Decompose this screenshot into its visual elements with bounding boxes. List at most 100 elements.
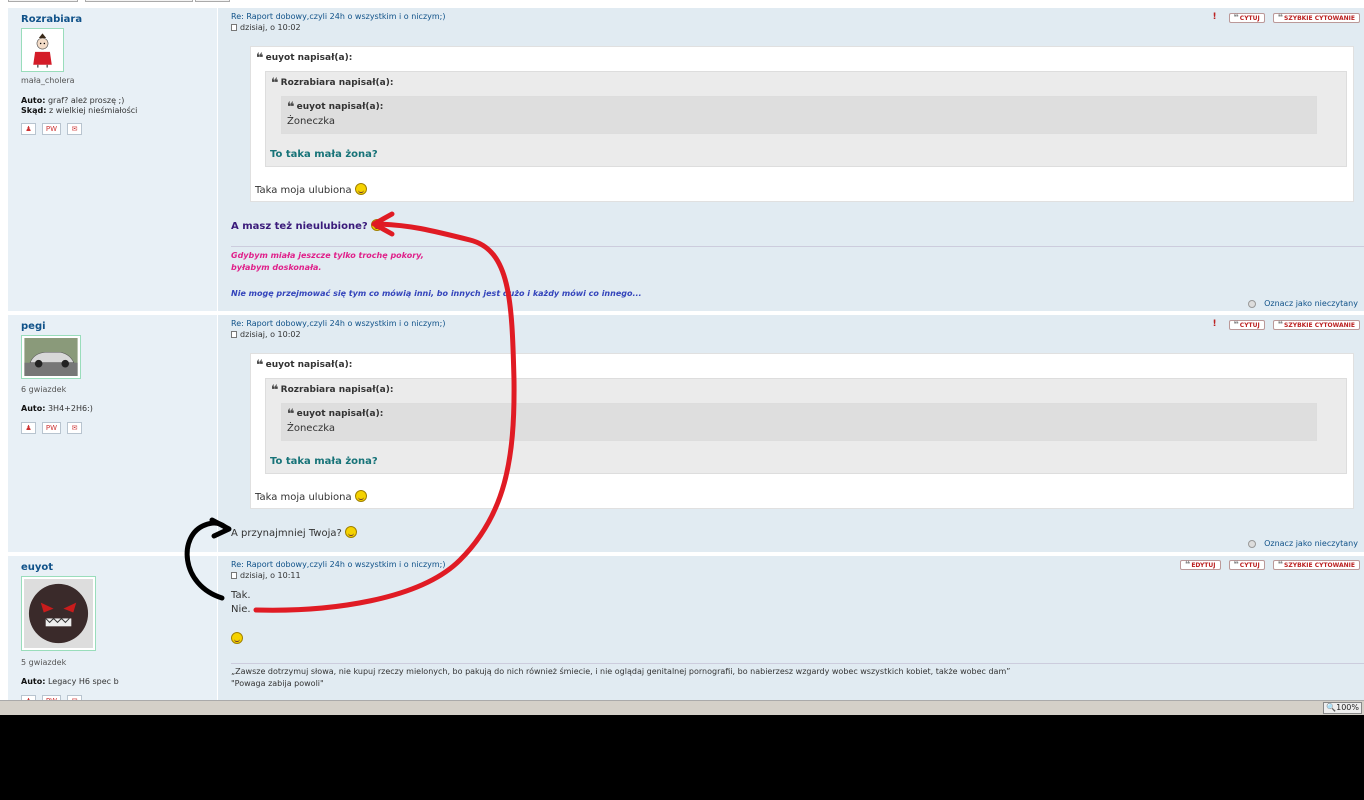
quote-outer-text: Taka moja ulubiona — [255, 185, 352, 196]
quote-text: Taka moja ulubiona — [255, 490, 367, 503]
signature-line: byłabym doskonała. — [231, 263, 322, 272]
post-date-text: dzisiaj, o 10:02 — [240, 330, 301, 339]
quote-header-text: euyot napisał(a): — [265, 360, 353, 370]
quote-inner: ❝ euyot napisał(a): Żoneczka — [281, 96, 1317, 134]
post-author[interactable]: Rozrabiara — [21, 14, 82, 25]
quote-mark-icon: ❝ — [287, 407, 295, 422]
post-profile: euyot 5 gwiazdek Auto: Legacy H6 spec b … — [8, 556, 218, 700]
post-buttons: ❝EDYTUJ ❝CYTUJ ❝SZYBKIE CYTOWANIE — [1180, 560, 1360, 570]
quote-header: ❝ Rozrabiara napisał(a): — [271, 76, 393, 91]
quote-mark-icon: ❝ — [287, 100, 295, 115]
post-doc-icon — [231, 331, 237, 338]
quick-quote-button[interactable]: ❝SZYBKIE CYTOWANIE — [1272, 12, 1360, 23]
quote-middle: ❝ Rozrabiara napisał(a): ❝ euyot napisał(a… — [265, 71, 1347, 167]
browser-viewport: Rozrabiara mała_cholera Auto: graf? ależ… — [0, 0, 1364, 700]
quote-header: ❝ euyot napisał(a): — [256, 51, 352, 66]
quote-mark-icon: ❝ — [1185, 560, 1191, 570]
report-icon[interactable]: ! — [1209, 319, 1221, 330]
smile-icon — [371, 219, 384, 231]
post-body: Re: Raport dobowy,czyli 24h o wszystkim … — [231, 315, 1364, 552]
signature-line: „Zawsze dotrzymuj słowa, nie kupuj rzecz… — [231, 667, 1011, 676]
post-author[interactable]: pegi — [21, 321, 46, 332]
quote-button[interactable]: ❝CYTUJ — [1228, 12, 1265, 23]
field-label: Auto: — [21, 96, 46, 105]
email-icon[interactable]: ✉ — [67, 123, 82, 135]
quick-quote-button[interactable]: ❝SZYBKIE CYTOWANIE — [1272, 319, 1360, 330]
quote-text: To taka mała żona? — [270, 456, 378, 467]
contact-icons: ♟ PW ✉ — [21, 123, 82, 135]
post-author[interactable]: euyot — [21, 562, 53, 573]
search-field-remnant[interactable] — [8, 0, 78, 2]
post-profile: pegi 6 gwiazdek Auto: 3H4+2H6:) ♟ PW ✉ — [8, 315, 218, 552]
post-line: Tak. — [231, 590, 251, 601]
quote-mark-icon: ❝ — [271, 383, 279, 398]
post-line: Nie. — [231, 604, 251, 615]
zoom-icon: 🔍 — [1326, 703, 1337, 712]
zoom-control[interactable]: 🔍100% — [1323, 702, 1362, 714]
edit-button[interactable]: ❝EDYTUJ — [1180, 560, 1221, 570]
post-title[interactable]: Re: Raport dobowy,czyli 24h o wszystkim … — [231, 319, 445, 328]
quick-quote-button[interactable]: ❝SZYBKIE CYTOWANIE — [1272, 560, 1360, 570]
quote-header: ❝ euyot napisał(a): — [287, 100, 383, 115]
post-pegi: pegi 6 gwiazdek Auto: 3H4+2H6:) ♟ PW ✉ R… — [8, 315, 1364, 552]
mark-unread[interactable]: Oznacz jako nieczytany — [1248, 299, 1358, 308]
post-info: Auto: 3H4+2H6:) — [21, 404, 93, 414]
laugh-icon — [345, 526, 358, 538]
quote-mark-icon: ❝ — [256, 358, 264, 373]
mark-unread-icon — [1248, 539, 1257, 548]
quote-mark-icon: ❝ — [271, 76, 279, 91]
quote-button[interactable]: ❝CYTUJ — [1228, 319, 1265, 330]
post-title[interactable]: Re: Raport dobowy,czyli 24h o wszystkim … — [231, 560, 445, 569]
field-label: Auto: — [21, 677, 46, 686]
field-value: 3H4+2H6:) — [47, 404, 93, 413]
post-reply: A masz też nieulubione? — [231, 219, 384, 232]
quote-mark-icon: ❝ — [1233, 319, 1239, 330]
post-smiley — [231, 632, 243, 645]
smile-icon — [354, 490, 367, 502]
post-date: dzisiaj, o 10:11 — [231, 571, 301, 580]
email-icon[interactable]: ✉ — [67, 422, 82, 434]
quote-mark-icon: ❝ — [1233, 12, 1239, 23]
quote-mark-icon: ❝ — [256, 51, 264, 66]
search-input-remnant[interactable] — [85, 0, 193, 2]
quote-button[interactable]: ❝CYTUJ — [1228, 560, 1265, 570]
quote-outer: ❝ euyot napisał(a): ❝ Rozrabiara napisał(a… — [250, 353, 1354, 509]
post-profile: Rozrabiara mała_cholera Auto: graf? ależ… — [8, 8, 218, 311]
profile-icon[interactable]: ♟ — [21, 123, 36, 135]
pm-icon[interactable]: PW — [42, 123, 61, 135]
mark-unread[interactable]: Oznacz jako nieczytany — [1248, 539, 1358, 548]
pm-icon[interactable]: PW — [42, 422, 61, 434]
quote-outer-text: Taka moja ulubiona — [255, 492, 352, 503]
quote-outer: ❝ euyot napisał(a): ❝ Rozrabiara napisał(a… — [250, 46, 1354, 202]
avatar — [21, 335, 81, 379]
profile-icon[interactable]: ♟ — [21, 422, 36, 434]
quick-quote-label: SZYBKIE CYTOWANIE — [1284, 562, 1355, 569]
quote-header: ❝ Rozrabiara napisał(a): — [271, 383, 393, 398]
avatar-image — [24, 338, 78, 376]
avatar-image — [24, 579, 93, 648]
quote-header-text: euyot napisał(a): — [265, 53, 353, 63]
signature-divider — [231, 246, 1364, 247]
quote-button-label: CYTUJ — [1239, 14, 1260, 22]
quick-quote-label: SZYBKIE CYTOWANIE — [1284, 14, 1355, 22]
signature-line: Nie mogę przejmować się tym co mówią inn… — [231, 289, 642, 298]
quote-button-label: CYTUJ — [1239, 562, 1260, 569]
post-date-text: dzisiaj, o 10:11 — [240, 571, 301, 580]
post-info: Auto: graf? ależ proszę ;) Skąd: z wielk… — [21, 96, 137, 116]
browser-statusbar: 🔍100% — [0, 700, 1364, 715]
report-icon[interactable]: ! — [1209, 12, 1221, 23]
post-title[interactable]: Re: Raport dobowy,czyli 24h o wszystkim … — [231, 12, 445, 21]
post-body: Re: Raport dobowy,czyli 24h o wszystkim … — [231, 8, 1364, 311]
quote-header-text: Rozrabiara napisał(a): — [280, 78, 394, 88]
post-buttons: ! ❝CYTUJ ❝SZYBKIE CYTOWANIE — [1209, 12, 1360, 23]
smile-icon — [354, 183, 367, 195]
quote-header-text: Rozrabiara napisał(a): — [280, 385, 394, 395]
mark-unread-label: Oznacz jako nieczytany — [1264, 539, 1358, 548]
quote-middle: ❝ Rozrabiara napisał(a): ❝ euyot napisał(a… — [265, 378, 1347, 474]
post-reply-text: A masz też nieulubione? — [231, 221, 368, 232]
post-rank: mała_cholera — [21, 76, 75, 85]
quote-text: To taka mała żona? — [270, 149, 378, 160]
quote-mark-icon: ❝ — [1233, 560, 1239, 570]
quote-header: ❝ euyot napisał(a): — [287, 407, 383, 422]
search-button-remnant[interactable] — [195, 0, 230, 2]
